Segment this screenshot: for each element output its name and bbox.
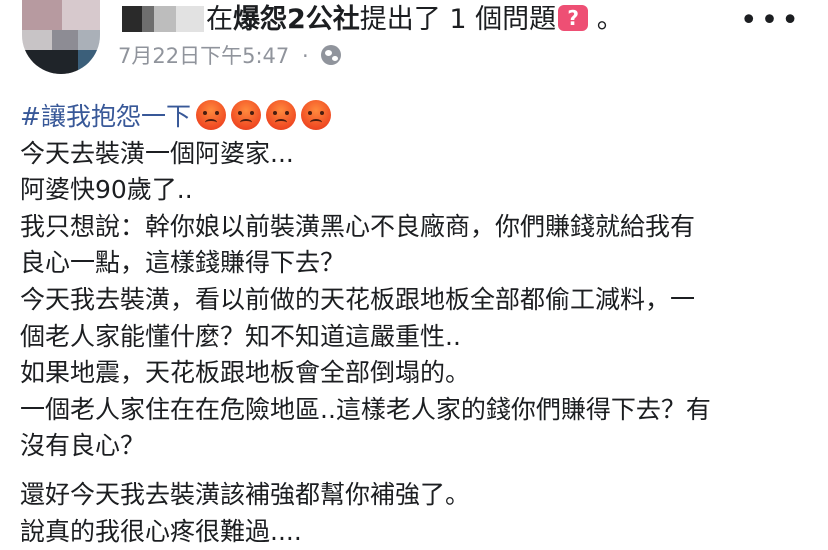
more-options-button[interactable]: ••• (740, 6, 802, 36)
post-body: #讓我抱怨一下 今天去裝潢一個阿婆家... 阿婆快90歲了.. 我只想說：幹你娘… (20, 99, 810, 550)
body-line: 個老人家能懂什麼？知不知道這嚴重性.. (20, 321, 461, 351)
angry-face-icon (230, 100, 261, 130)
angry-face-icon (195, 100, 226, 130)
body-line: 阿婆快90歲了.. (20, 175, 193, 205)
header-action-text: 提出了 1 個問題 (359, 4, 557, 35)
header-in-text: 在 (206, 4, 233, 35)
body-line: 我只想說：幹你娘以前裝潢黑心不良廠商，你們賺錢就給我有 (20, 211, 696, 241)
meta-separator: · (301, 44, 309, 68)
body-line: 良心一點，這樣錢賺得下去？ (20, 248, 346, 278)
body-line: 說真的我很心疼很難過.... (20, 516, 302, 546)
angry-face-icon (265, 100, 296, 130)
question-icon: ? (558, 4, 589, 31)
post-timestamp[interactable]: 7月22日下午5:47 (118, 44, 289, 68)
author-name-redacted[interactable] (122, 6, 204, 32)
globe-icon[interactable] (321, 45, 342, 65)
group-name-link[interactable]: 爆怨2公社 (233, 4, 360, 35)
hashtag-link[interactable]: #讓我抱怨一下 (20, 102, 191, 131)
body-line: 一個老人家住在在危險地區..這樣老人家的錢你們賺得下去？有 (20, 394, 711, 424)
hashtag-line: #讓我抱怨一下 (20, 99, 810, 136)
body-line: 沒有良心？ (20, 431, 146, 461)
body-line: 如果地震，天花板跟地板會全部倒塌的。 (20, 358, 471, 388)
body-line: 今天我去裝潢，看以前做的天花板跟地板全部都偷工減料，一 (20, 284, 696, 314)
header-period: 。 (596, 4, 624, 35)
body-line: 還好今天我去裝潢該補強都幫你補強了。 (20, 479, 471, 509)
body-line: 今天去裝潢一個阿婆家... (20, 138, 294, 168)
post-header: 在爆怨2公社提出了 1 個問題? 。 (206, 2, 624, 38)
angry-face-icon (300, 100, 331, 130)
post-meta: 7月22日下午5:47 · (118, 42, 342, 70)
author-avatar[interactable] (22, 0, 100, 74)
